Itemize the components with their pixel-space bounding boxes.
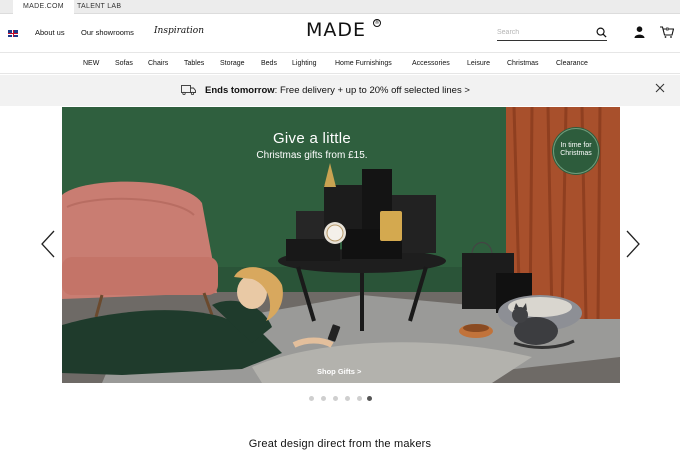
hero-banner[interactable]: Give a little Christmas gifts from £15. … — [62, 107, 620, 383]
christmas-badge: In time for Christmas — [553, 128, 599, 174]
utility-tab-talent-lab[interactable]: TALENT LAB — [67, 0, 131, 14]
search-bar — [497, 25, 607, 41]
site-header: About us Our showrooms Inspiration MADE … — [0, 14, 680, 52]
uk-flag-icon[interactable] — [8, 30, 18, 37]
promo-headline: Ends tomorrow — [205, 85, 275, 96]
truck-icon — [181, 85, 196, 95]
section-heading: Great design direct from the makers — [248, 438, 432, 450]
search-input[interactable] — [497, 25, 587, 39]
close-icon[interactable] — [655, 83, 665, 93]
category-tables[interactable]: Tables — [184, 60, 204, 67]
shop-gifts-link[interactable]: Shop Gifts > — [317, 367, 361, 376]
carousel-dot-active[interactable] — [367, 396, 372, 401]
category-beds[interactable]: Beds — [261, 60, 277, 67]
category-new[interactable]: NEW — [83, 60, 99, 67]
promo-message[interactable]: Ends tomorrow: Free delivery + up to 20%… — [205, 85, 470, 96]
category-chairs[interactable]: Chairs — [148, 60, 168, 67]
registered-mark: ® — [373, 19, 381, 27]
utility-bar: MADE.COM TALENT LAB — [0, 0, 680, 14]
made-logo[interactable]: MADE — [306, 19, 366, 41]
nav-inspiration[interactable]: Inspiration — [154, 26, 204, 36]
carousel-dot[interactable] — [345, 396, 350, 401]
carousel-dot[interactable] — [309, 396, 314, 401]
hero-subtitle: Christmas gifts from £15. — [256, 150, 368, 161]
carousel-dot[interactable] — [321, 396, 326, 401]
carousel-next-arrow[interactable] — [626, 230, 640, 258]
category-storage[interactable]: Storage — [220, 60, 245, 67]
category-clearance[interactable]: Clearance — [556, 60, 588, 67]
category-christmas[interactable]: Christmas — [507, 60, 539, 67]
promo-detail: : Free delivery + up to 20% off selected… — [274, 85, 470, 96]
basket-count: 0 — [666, 27, 669, 33]
hero-title: Give a little — [272, 130, 352, 147]
person-icon[interactable] — [634, 26, 645, 38]
carousel-prev-arrow[interactable] — [41, 230, 55, 258]
carousel-dots — [309, 396, 379, 402]
nav-about-us[interactable]: About us — [35, 28, 65, 37]
nav-our-showrooms[interactable]: Our showrooms — [81, 28, 134, 37]
category-leisure[interactable]: Leisure — [467, 60, 490, 67]
category-home-furnishings[interactable]: Home Furnishings — [335, 60, 392, 67]
category-lighting[interactable]: Lighting — [292, 60, 317, 67]
search-icon[interactable] — [596, 27, 607, 38]
carousel-dot[interactable] — [357, 396, 362, 401]
carousel-dot[interactable] — [333, 396, 338, 401]
utility-tab-made[interactable]: MADE.COM — [13, 0, 74, 14]
promo-banner[interactable]: Ends tomorrow: Free delivery + up to 20%… — [0, 75, 680, 106]
hero-image — [62, 107, 620, 383]
category-nav: NEW Sofas Chairs Tables Storage Beds Lig… — [0, 52, 680, 74]
category-sofas[interactable]: Sofas — [115, 60, 133, 67]
category-accessories[interactable]: Accessories — [412, 60, 450, 67]
